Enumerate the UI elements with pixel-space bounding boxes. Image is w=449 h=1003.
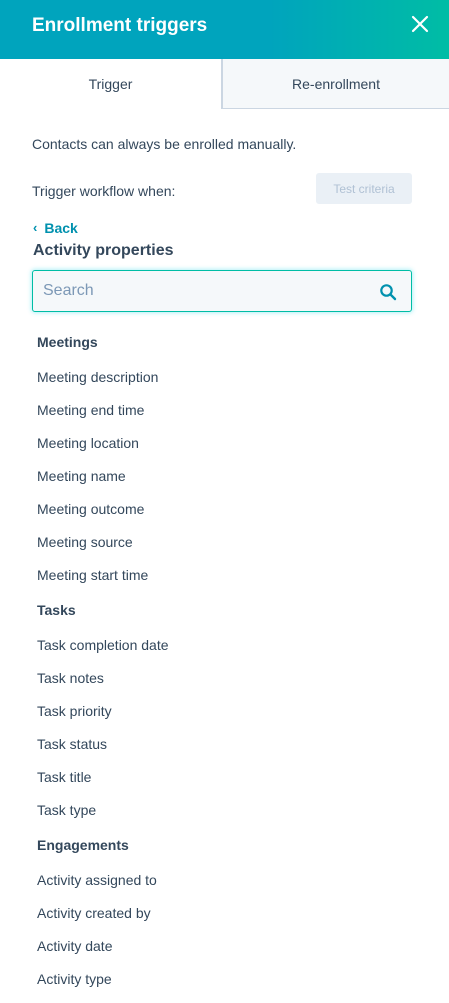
search-box[interactable] bbox=[32, 270, 412, 312]
list-item[interactable]: Activity type bbox=[37, 962, 417, 995]
tab-trigger[interactable]: Trigger bbox=[0, 59, 222, 109]
property-list: Meetings Meeting description Meeting end… bbox=[37, 323, 417, 995]
close-button[interactable] bbox=[408, 12, 432, 36]
back-label: Back bbox=[44, 220, 78, 236]
trigger-label: Trigger workflow when: bbox=[32, 183, 176, 199]
list-item[interactable]: Meeting location bbox=[37, 426, 417, 459]
group-heading-meetings: Meetings bbox=[37, 333, 98, 350]
search-input[interactable] bbox=[43, 279, 363, 303]
panel-header: Enrollment triggers bbox=[0, 0, 449, 59]
close-icon[interactable] bbox=[408, 12, 432, 36]
list-item[interactable]: Task title bbox=[37, 760, 417, 793]
list-item[interactable]: Meeting name bbox=[37, 459, 417, 492]
search-icon[interactable] bbox=[379, 283, 397, 301]
section-title: Activity properties bbox=[33, 242, 174, 259]
list-item[interactable]: Activity date bbox=[37, 929, 417, 962]
test-criteria-button[interactable]: Test criteria bbox=[316, 173, 412, 204]
list-item[interactable]: Activity created by bbox=[37, 896, 417, 929]
manual-enrollment-note: Contacts can always be enrolled manually… bbox=[32, 136, 297, 152]
list-item[interactable]: Meeting end time bbox=[37, 393, 417, 426]
tab-re-enrollment[interactable]: Re-enrollment bbox=[222, 59, 449, 109]
list-item[interactable]: Task priority bbox=[37, 694, 417, 727]
group-heading-tasks: Tasks bbox=[37, 601, 76, 618]
list-item[interactable]: Task notes bbox=[37, 661, 417, 694]
tab-bar: Trigger Re-enrollment bbox=[0, 59, 449, 109]
list-item[interactable]: Task completion date bbox=[37, 628, 417, 661]
list-item[interactable]: Task status bbox=[37, 727, 417, 760]
list-item[interactable]: Activity assigned to bbox=[37, 863, 417, 896]
list-item[interactable]: Meeting outcome bbox=[37, 492, 417, 525]
list-item[interactable]: Meeting description bbox=[37, 360, 417, 393]
list-item[interactable]: Task type bbox=[37, 793, 417, 826]
back-link[interactable]: ‹ Back bbox=[33, 219, 78, 237]
list-item[interactable]: Meeting source bbox=[37, 525, 417, 558]
chevron-left-icon: ‹ bbox=[33, 220, 38, 235]
panel-title: Enrollment triggers bbox=[32, 15, 208, 36]
group-heading-engagements: Engagements bbox=[37, 836, 129, 853]
list-item[interactable]: Meeting start time bbox=[37, 558, 417, 591]
